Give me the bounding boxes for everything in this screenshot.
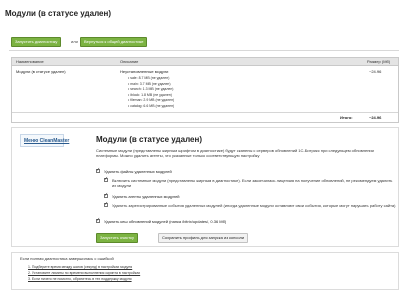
run-diagnostics-button[interactable]: Запустить диагностику — [11, 37, 62, 47]
divider — [9, 50, 399, 51]
delete-agents-checkbox[interactable] — [104, 192, 108, 198]
help-title: Если полная диагностика завершилась с ош… — [20, 256, 114, 261]
help-list: 1. Подберите время между шагов (секунд) … — [28, 264, 140, 282]
row-description: Неустановленные модули — [120, 69, 169, 74]
list-item: fileman: 2.9 MB (не удален) — [128, 98, 174, 104]
list-item: sale: 8.7 MB (не удален) — [128, 76, 174, 82]
cleanmaster-menu-link[interactable]: Меню CleanMaster — [24, 138, 69, 144]
table-header: Наименование Описание Размер (Мб) — [12, 58, 398, 66]
delete-events-checkbox[interactable] — [104, 201, 108, 207]
cleanmaster-panel: Меню CleanMaster Модули (в статусе удале… — [11, 127, 399, 247]
system-modules-checkbox[interactable] — [104, 176, 108, 182]
total-value: ~24.96 — [369, 115, 382, 120]
help-panel: Если полная диагностика завершилась с ош… — [11, 252, 399, 290]
back-to-diagnostics-button[interactable]: Вернуться к общей диагностике — [80, 37, 148, 47]
modules-table: Наименование Описание Размер (Мб) Модули… — [11, 57, 399, 123]
row-size: ~24.96 — [369, 69, 382, 74]
section-title: Модули (в статусе удален) — [96, 135, 202, 144]
column-size-header: Размер (Мб) — [367, 59, 391, 64]
delete-events-label: Удалить зарегистрированные события удале… — [112, 203, 396, 208]
delete-cache-checkbox[interactable] — [96, 217, 100, 223]
help-item[interactable]: 3. Если ничего не помогло, обратитесь в … — [28, 276, 140, 282]
delete-files-checkbox[interactable] — [96, 167, 100, 173]
page-title: Модули (в статусе удален) — [5, 9, 111, 18]
total-label: Итого: — [340, 115, 353, 120]
module-list: sale: 8.7 MB (не удален) main: 3.7 MB (н… — [128, 76, 174, 109]
list-item: search: 1.3 MB (не удален) — [128, 87, 174, 93]
list-item: catalog: 6.6 MB (не удален) — [128, 104, 174, 110]
column-name-header: Наименование — [16, 59, 44, 64]
column-description-header: Описание — [120, 59, 139, 64]
cleanmaster-menu[interactable]: Меню CleanMaster — [20, 134, 69, 147]
section-description: Системные модули (представлены жирным шр… — [96, 148, 374, 158]
delete-cache-label: Удалить кеш обновлений модулей (папка /b… — [104, 219, 227, 224]
row-name: Модули (в статусе удален) — [16, 69, 66, 74]
start-cleanup-button[interactable]: Запустить очистку — [96, 233, 138, 243]
delete-agents-label: Удалить агенты удаленных модулей — [112, 194, 180, 199]
save-profile-button[interactable]: Сохранить профиль для запуска из консоли — [158, 233, 249, 243]
or-label: или — [71, 39, 78, 44]
system-modules-label: Включить системные модули (представлены … — [112, 178, 393, 188]
total-row: Итого: ~24.96 — [12, 112, 398, 122]
delete-files-label: Удалить файлы удаленных модулей — [104, 169, 172, 174]
